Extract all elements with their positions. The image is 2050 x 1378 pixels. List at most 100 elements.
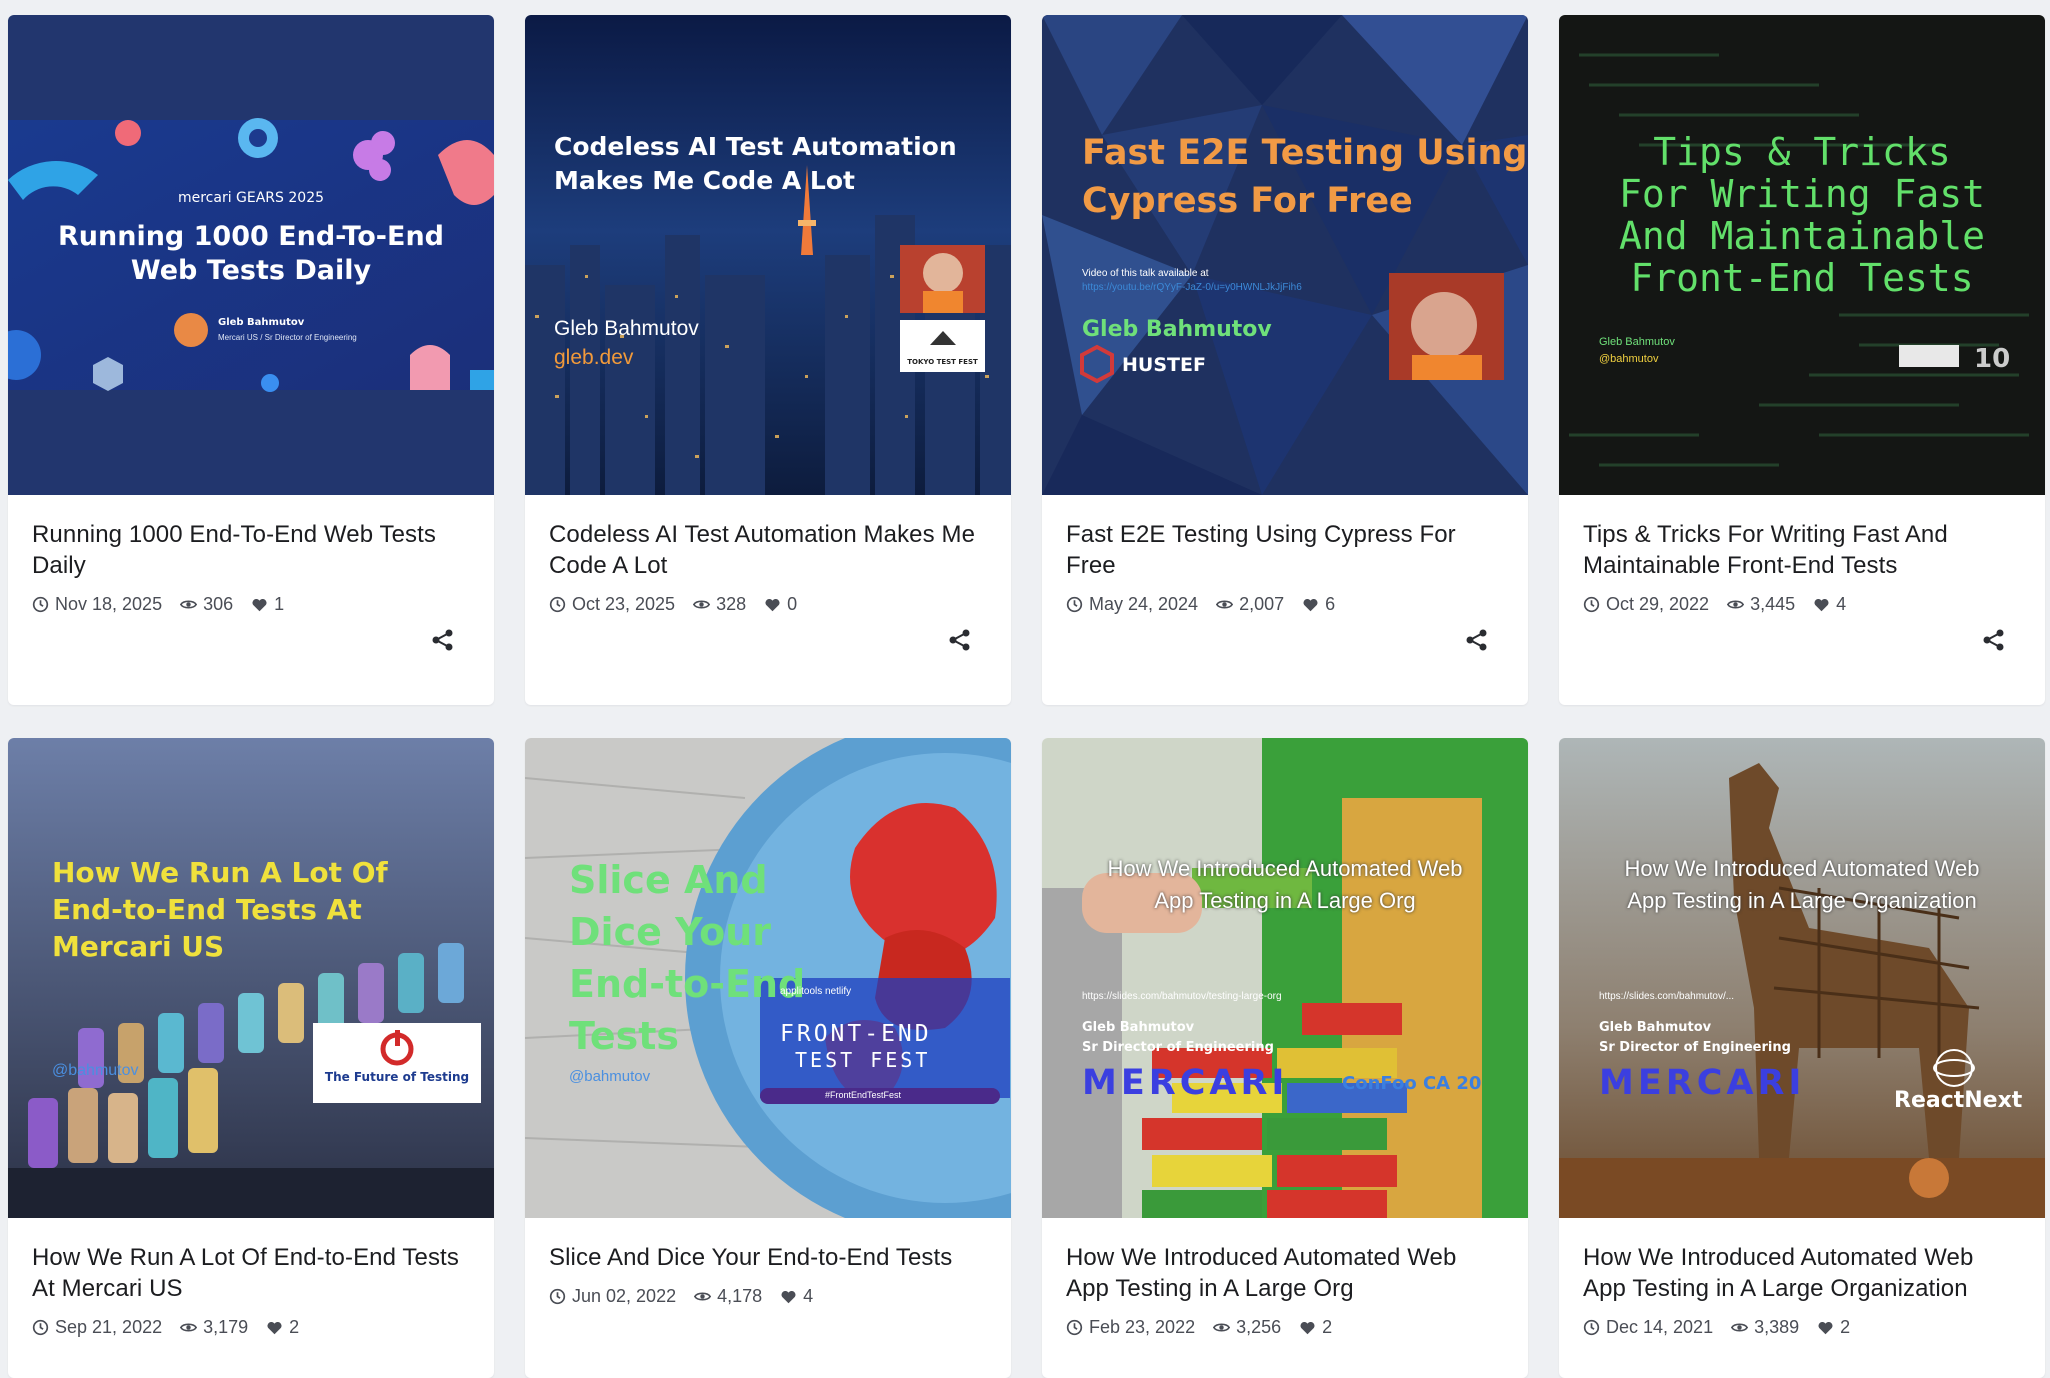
- slide-heading: Tests: [569, 1014, 680, 1058]
- talk-card[interactable]: Fast E2E Testing Using Cypress For Free …: [1042, 15, 1528, 705]
- slide-heading: Running 1000 End-To-End: [57, 221, 444, 252]
- share-icon[interactable]: [1464, 627, 1490, 653]
- talks-grid: mercari GEARS 2025 Running 1000 End-To-E…: [0, 0, 2050, 1378]
- clock-icon: [1066, 596, 1083, 613]
- slide-heading: And Maintainable: [1618, 214, 1986, 258]
- heart-icon: [267, 1321, 282, 1335]
- talk-thumbnail[interactable]: How We Run A Lot Of End-to-End Tests At …: [8, 738, 494, 1218]
- fest-name: FRONT-END: [780, 1021, 932, 1047]
- talk-views: 328: [693, 594, 746, 615]
- talk-likes[interactable]: 2: [266, 1317, 299, 1338]
- slide-heading: Mercari US: [52, 930, 225, 963]
- video-url[interactable]: https://youtu.be/rQYyF-JaZ-0/u=y0HWNLJkJ…: [1082, 282, 1302, 293]
- heart-icon: [1818, 1321, 1833, 1335]
- event-name: ConFoo CA 20: [1342, 1073, 1482, 1094]
- talk-likes[interactable]: 6: [1302, 594, 1335, 615]
- talk-thumbnail[interactable]: 10 Tips & Tricks For Writing Fast And Ma…: [1559, 15, 2045, 495]
- heart-icon: [252, 598, 267, 612]
- talk-thumbnail[interactable]: How We Introduced Automated Web App Test…: [1042, 738, 1528, 1218]
- talk-date: Oct 23, 2025: [549, 594, 675, 615]
- talk-likes[interactable]: 4: [780, 1286, 813, 1307]
- talk-date: Dec 14, 2021: [1583, 1317, 1713, 1338]
- talk-title[interactable]: Tips & Tricks For Writing Fast And Maint…: [1583, 519, 2021, 581]
- talk-date: Feb 23, 2022: [1066, 1317, 1195, 1338]
- talk-likes[interactable]: 1: [251, 594, 284, 615]
- talk-thumbnail[interactable]: mercari GEARS 2025 Running 1000 End-To-E…: [8, 15, 494, 495]
- talk-views: 3,445: [1727, 594, 1795, 615]
- share-icon[interactable]: [947, 627, 973, 653]
- clock-icon: [32, 596, 49, 613]
- talk-title[interactable]: Fast E2E Testing Using Cypress For Free: [1066, 519, 1504, 581]
- slide-heading: Fast E2E Testing Using: [1082, 133, 1528, 173]
- talk-card[interactable]: How We Introduced Automated Web App Test…: [1559, 738, 2045, 1378]
- clock-icon: [1583, 1319, 1600, 1336]
- speaker-role: Sr Director of Engineering: [1082, 1040, 1274, 1055]
- talk-date: May 24, 2024: [1066, 594, 1198, 615]
- event-badge: The Future of Testing: [324, 1070, 470, 1084]
- talk-thumbnail[interactable]: Fast E2E Testing Using Cypress For Free …: [1042, 15, 1528, 495]
- talk-date: Jun 02, 2022: [549, 1286, 676, 1307]
- heart-icon: [1300, 1321, 1315, 1335]
- event-brand: mercari GEARS 2025: [177, 190, 325, 206]
- talk-title[interactable]: Running 1000 End-To-End Web Tests Daily: [32, 519, 470, 581]
- talk-title[interactable]: Codeless AI Test Automation Makes Me Cod…: [549, 519, 987, 581]
- slide-heading: Front-End Tests: [1630, 256, 1974, 300]
- talk-card[interactable]: Slice And Dice Your End-to-End Tests @ba…: [525, 738, 1011, 1378]
- talk-likes[interactable]: 0: [764, 594, 797, 615]
- talk-card[interactable]: 10 Tips & Tricks For Writing Fast And Ma…: [1559, 15, 2045, 705]
- talk-likes[interactable]: 2: [1299, 1317, 1332, 1338]
- heart-icon: [765, 598, 780, 612]
- talk-likes[interactable]: 2: [1817, 1317, 1850, 1338]
- video-note: Video of this talk available at: [1082, 268, 1209, 279]
- speaker-role: Mercari US / Sr Director of Engineering: [218, 333, 357, 342]
- talk-title[interactable]: How We Introduced Automated Web App Test…: [1066, 1242, 1504, 1304]
- talk-likes[interactable]: 4: [1813, 594, 1846, 615]
- slides-url[interactable]: https://slides.com/bahmutov/testing-larg…: [1082, 991, 1282, 1002]
- speaker-handle: @bahmutov: [52, 1062, 139, 1079]
- talk-card[interactable]: mercari GEARS 2025 Running 1000 End-To-E…: [8, 15, 494, 705]
- talk-title[interactable]: How We Introduced Automated Web App Test…: [1583, 1242, 2021, 1304]
- eye-icon: [1731, 1323, 1749, 1332]
- speaker-name: Gleb Bahmutov: [218, 317, 305, 328]
- slide-heading: Tips & Tricks: [1653, 130, 1951, 174]
- slide-heading: How We Run A Lot Of: [52, 856, 388, 889]
- talk-title[interactable]: How We Run A Lot Of End-to-End Tests At …: [32, 1242, 470, 1304]
- slide-heading: Dice Your: [569, 910, 772, 954]
- clock-icon: [1066, 1319, 1083, 1336]
- clock-icon: [32, 1319, 49, 1336]
- talk-card[interactable]: How We Introduced Automated Web App Test…: [1042, 738, 1528, 1378]
- talk-card[interactable]: How We Run A Lot Of End-to-End Tests At …: [8, 738, 494, 1378]
- speaker-name: Gleb Bahmutov: [1599, 336, 1675, 348]
- talk-thumbnail[interactable]: Codeless AI Test Automation Makes Me Cod…: [525, 15, 1011, 495]
- share-icon[interactable]: [430, 627, 456, 653]
- eye-icon: [1213, 1323, 1231, 1332]
- svg-text:10: 10: [1974, 344, 2010, 374]
- slide-heading: For Writing Fast: [1618, 172, 1986, 216]
- slide-heading: Codeless AI Test Automation: [554, 132, 957, 161]
- talk-card[interactable]: Codeless AI Test Automation Makes Me Cod…: [525, 15, 1011, 705]
- speaker-name: Gleb Bahmutov: [554, 317, 699, 340]
- eye-icon: [180, 600, 198, 609]
- talk-thumbnail[interactable]: How We Introduced Automated Web App Test…: [1559, 738, 2045, 1218]
- talk-date: Oct 29, 2022: [1583, 594, 1709, 615]
- talk-title[interactable]: Slice And Dice Your End-to-End Tests: [549, 1242, 987, 1273]
- speaker-handle: @bahmutov: [569, 1068, 651, 1085]
- heart-icon: [781, 1290, 796, 1304]
- slide-heading: Slice And: [569, 858, 768, 902]
- share-icon[interactable]: [1981, 627, 2007, 653]
- heart-icon: [1814, 598, 1829, 612]
- talk-views: 3,389: [1731, 1317, 1799, 1338]
- slide-heading: App Testing in A Large Organization: [1627, 888, 1977, 913]
- eye-icon: [694, 1292, 712, 1301]
- thumbnail-art: [525, 15, 1011, 495]
- thumbnail-art: [1559, 738, 2045, 1218]
- talk-thumbnail[interactable]: Slice And Dice Your End-to-End Tests @ba…: [525, 738, 1011, 1218]
- fest-name: TEST FEST: [795, 1048, 931, 1072]
- eye-icon: [1727, 600, 1745, 609]
- slide-heading: End-to-End: [569, 962, 806, 1006]
- slides-url[interactable]: https://slides.com/bahmutov/...: [1599, 991, 1734, 1002]
- company-brand: MERCARI: [1082, 1063, 1289, 1103]
- talk-views: 306: [180, 594, 233, 615]
- eye-icon: [1216, 600, 1234, 609]
- company-brand: MERCARI: [1599, 1063, 1806, 1103]
